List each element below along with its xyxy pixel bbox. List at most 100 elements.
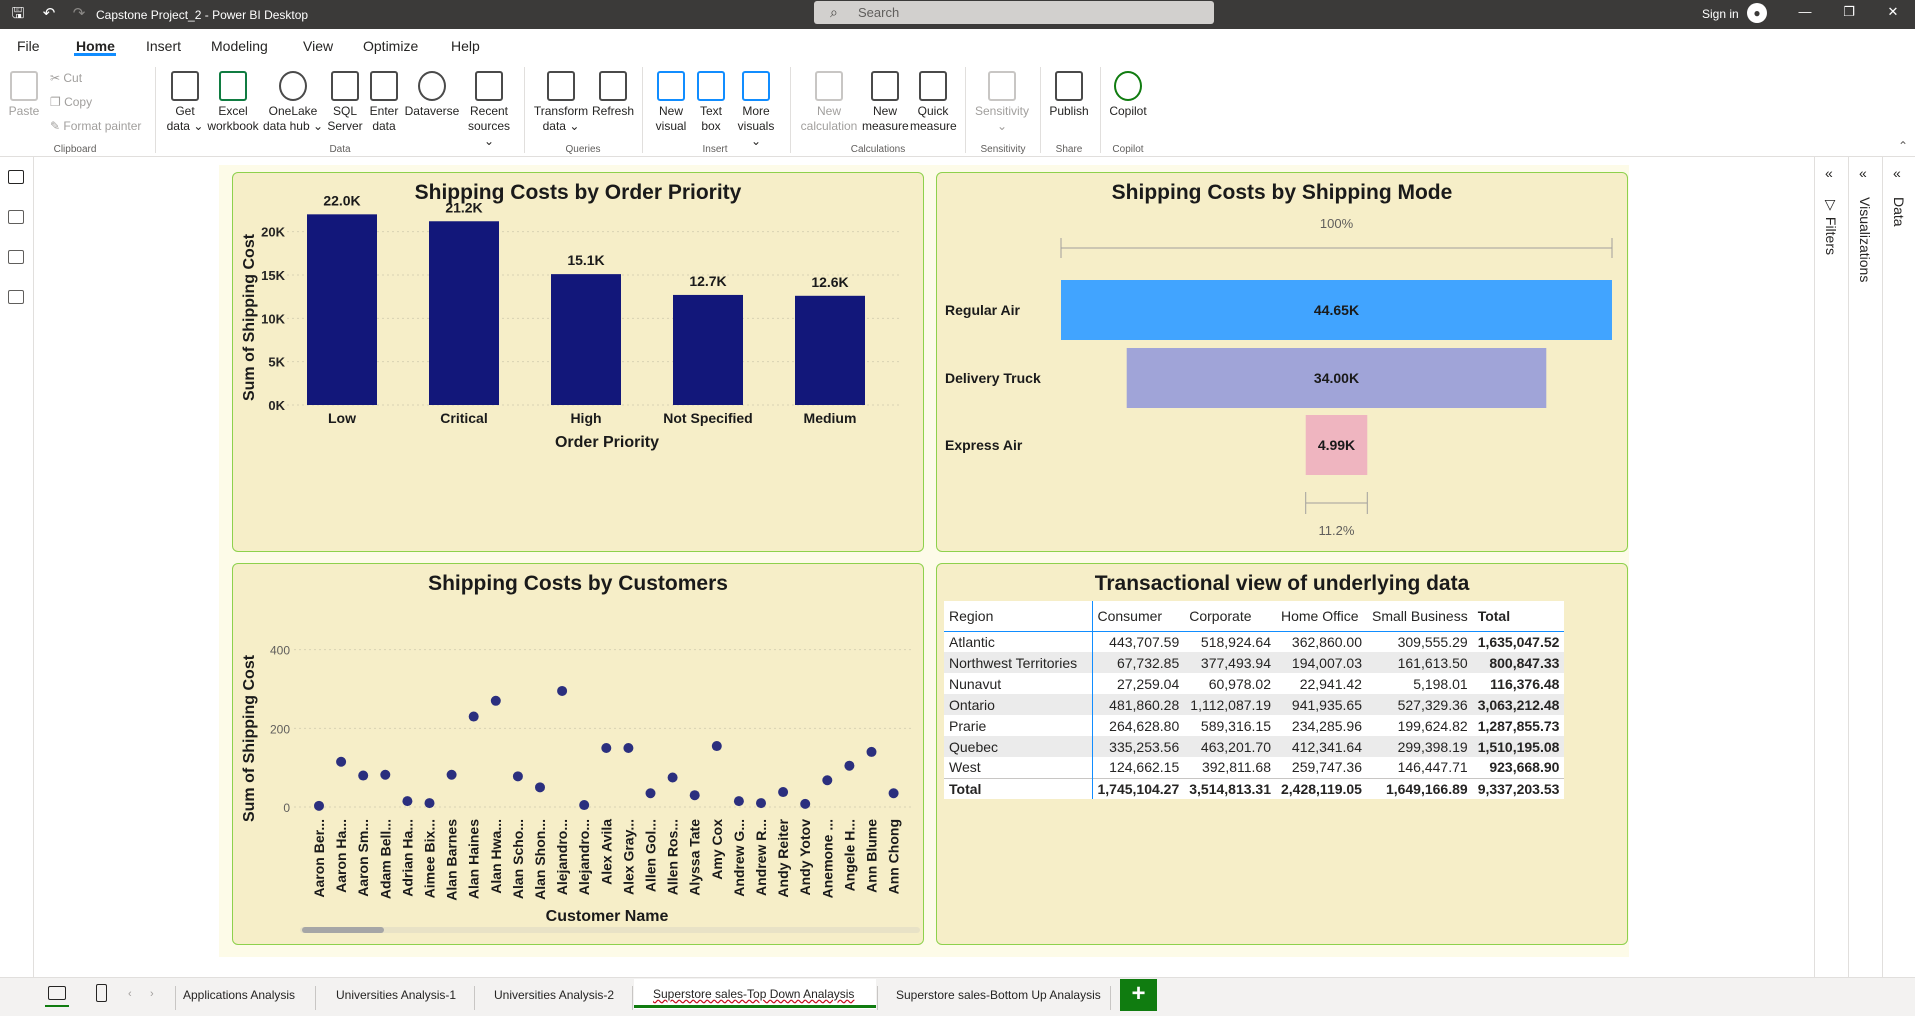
menu-home[interactable]: Home <box>76 38 115 54</box>
matrix-row[interactable]: West 124,662.15 392,811.68 259,747.36 146,44… <box>944 757 1564 778</box>
tab-separator <box>1110 986 1111 1010</box>
copilot-button[interactable]: Copilot <box>1104 71 1152 119</box>
matrix-title: Transactional view of underlying data <box>1094 572 1470 595</box>
matrix-row[interactable]: Quebec 335,253.56 463,201.70 412,341.64 299,… <box>944 736 1565 757</box>
data-expand-icon[interactable]: « <box>1893 165 1901 181</box>
tab-scroll-right-icon[interactable]: › <box>150 988 154 1000</box>
matrix-cell: 67,732.85 <box>1092 652 1185 673</box>
tab-universities-analysis-2[interactable]: Universities Analysis-2 <box>494 988 614 1002</box>
text-box-button[interactable]: Text box <box>693 71 729 134</box>
dataverse-button[interactable]: Dataverse <box>404 71 460 119</box>
onelake-button[interactable]: OneLake data hub ⌄ <box>262 71 324 134</box>
menu-insert[interactable]: Insert <box>146 38 181 54</box>
enter-data-button[interactable]: Enter data <box>366 71 402 134</box>
matrix-cell: 146,447.71 <box>1397 759 1468 776</box>
bar-xtick-label: Not Specified <box>663 410 752 426</box>
data-pane[interactable]: « Data <box>1882 157 1915 977</box>
minimize-icon[interactable]: — <box>1794 4 1816 24</box>
save-icon[interactable]: 🖫 <box>8 5 28 23</box>
menu-optimize[interactable]: Optimize <box>363 38 418 54</box>
matrix-row[interactable]: Total 1,745,104.27 3,514,813.31 2,428,119.0… <box>944 777 1565 799</box>
transform-data-button[interactable]: Transform data ⌄ <box>533 71 589 134</box>
sql-server-button[interactable]: SQL Server <box>326 71 364 134</box>
dax-query-view-icon[interactable] <box>8 290 24 304</box>
bar-ytick-label: 20K <box>261 225 285 240</box>
bar-xtick-label: Medium <box>804 410 857 426</box>
undo-icon[interactable]: ↶ <box>39 5 59 23</box>
more-visuals-button[interactable]: More visuals ⌄ <box>731 71 781 149</box>
new-measure-button[interactable]: New measure <box>862 71 909 134</box>
visualizations-pane[interactable]: « Visualizations <box>1848 157 1882 977</box>
matrix-column-header[interactable]: Region <box>944 601 1093 632</box>
matrix-row[interactable]: Prarie 264,628.80 589,316.15 234,285.96 199,… <box>944 715 1564 736</box>
matrix-column-header[interactable]: Consumer <box>1092 601 1185 632</box>
tab-universities-analysis-1[interactable]: Universities Analysis-1 <box>336 988 456 1002</box>
filters-pane[interactable]: « ▽ Filters <box>1814 157 1848 977</box>
matrix-row[interactable]: Atlantic 443,707.59 518,924.64 362,860.00 30… <box>944 631 1564 652</box>
scatter-xtick-label: Adam Bell... <box>377 819 393 899</box>
tab-superstore-bottom-up[interactable]: Superstore sales-Bottom Up Analaysis <box>896 988 1101 1002</box>
tab-separator <box>632 986 633 1010</box>
calculator-icon <box>871 71 899 101</box>
sql-label: SQL <box>332 104 357 118</box>
model-view-icon[interactable] <box>8 250 24 264</box>
collapse-ribbon-icon[interactable]: ⌃ <box>1898 139 1908 153</box>
table-view-icon[interactable] <box>8 210 24 224</box>
matrix-column-header[interactable]: Total <box>1472 601 1565 632</box>
mobile-layout-icon[interactable] <box>96 984 107 1002</box>
sensitivity-button[interactable]: Sensitivity ⌄ <box>970 71 1034 134</box>
scatter-scrollbar-thumb[interactable] <box>302 927 384 933</box>
matrix-row[interactable]: Nunavut 27,259.04 60,978.02 22,941.42 5,198.… <box>944 673 1564 694</box>
matrix-cell: 1,745,104.27 <box>1092 777 1185 799</box>
matrix-row[interactable]: Northwest Territories 67,732.85 377,493.94… <box>944 652 1565 673</box>
matrix-cell: 481,860.28 <box>1092 694 1185 715</box>
quick-measure-button[interactable]: Quick measure <box>910 71 957 134</box>
publish-button[interactable]: Publish <box>1046 71 1092 119</box>
funnel-category-label: Regular Air <box>945 302 1020 318</box>
menu-file[interactable]: File <box>17 38 40 54</box>
redo-icon[interactable]: ↷ <box>69 5 89 23</box>
get-data-button[interactable]: Get data ⌄ <box>164 71 206 134</box>
page-tab-bar: ‹ › Applications Analysis Universities A… <box>0 977 1915 1016</box>
scatter-xtick-label: Alan Scho... <box>510 819 526 899</box>
menu-help[interactable]: Help <box>451 38 480 54</box>
user-avatar-icon[interactable]: ● <box>1747 3 1767 23</box>
matrix-cell: 941,935.65 <box>1276 694 1367 715</box>
restore-icon[interactable]: ❐ <box>1838 4 1860 24</box>
paste-button[interactable]: Paste <box>6 71 42 119</box>
copy-button[interactable]: ❐ Copy <box>50 95 92 109</box>
close-icon[interactable]: ✕ <box>1882 4 1904 24</box>
add-page-button[interactable]: + <box>1120 979 1157 1011</box>
tab-scroll-left-icon[interactable]: ‹ <box>128 988 132 1000</box>
menu-view[interactable]: View <box>303 38 333 54</box>
cut-button[interactable]: ✂ Cut <box>50 71 82 85</box>
search-box[interactable]: ⌕ Search <box>814 1 1214 24</box>
matrix-row[interactable]: Ontario 481,860.28 1,112,087.19 941,935.65 5… <box>944 694 1565 715</box>
sign-in-link[interactable]: Sign in <box>1702 7 1739 21</box>
scatter-point <box>711 741 722 752</box>
desktop-layout-icon[interactable] <box>48 986 66 1000</box>
new-visual-button[interactable]: New visual <box>651 71 691 134</box>
matrix-column-header[interactable]: Small Business <box>1366 601 1473 632</box>
format-painter-button[interactable]: ✎ Format painter <box>50 119 141 133</box>
recent-sources-button[interactable]: Recent sources ⌄ <box>462 71 516 149</box>
group-copilot: Copilot <box>1112 144 1144 155</box>
scatter-scrollbar-track[interactable] <box>300 927 920 933</box>
scatter-ytick-label: 400 <box>270 644 290 658</box>
new-calculation-button[interactable]: New calculation <box>797 71 861 134</box>
visualizations-expand-icon[interactable]: « <box>1859 165 1867 181</box>
refresh-button[interactable]: Refresh <box>591 71 635 119</box>
filters-expand-icon[interactable]: « <box>1825 165 1833 181</box>
excel-workbook-button[interactable]: Excel workbook <box>206 71 260 134</box>
new-measure-label-2: measure <box>862 119 909 133</box>
matrix-column-header[interactable]: Home Office <box>1276 601 1367 632</box>
excel-label-2: workbook <box>207 119 259 133</box>
menu-modeling[interactable]: Modeling <box>211 38 268 54</box>
matrix-column-header[interactable]: Corporate <box>1184 601 1276 632</box>
matrix-cell: 194,007.03 <box>1276 652 1367 673</box>
active-tab-label[interactable]: Superstore sales-Top Down Analaysis <box>653 987 854 1001</box>
scatter-chart-svg: 0 200 400 Aaron Ber... Aaron Ha... Aaron Sm..… <box>241 644 912 925</box>
report-view-icon[interactable] <box>8 170 24 184</box>
tab-applications-analysis[interactable]: Applications Analysis <box>183 988 295 1002</box>
scatter-xtick-label: Alan Hwa... <box>488 819 504 894</box>
